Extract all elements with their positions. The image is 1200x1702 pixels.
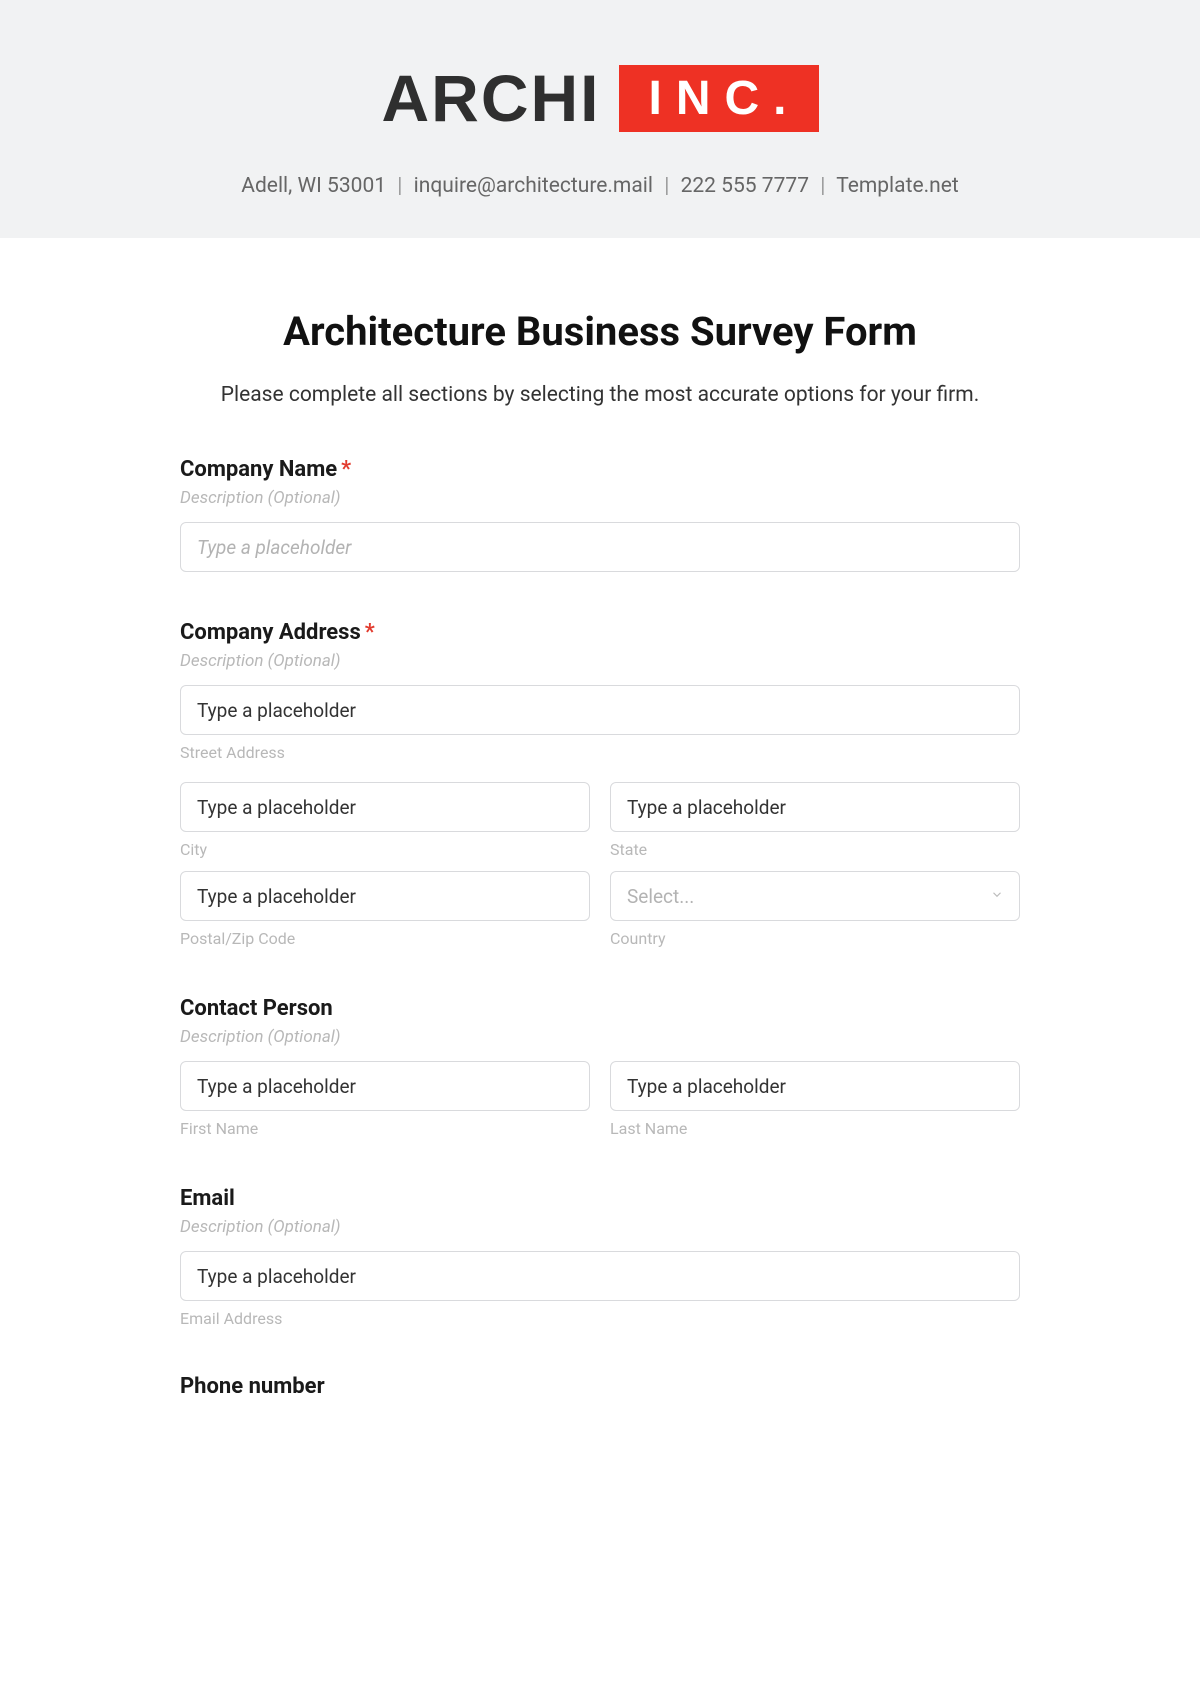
label-contact-person: Contact Person [180, 996, 1020, 1021]
contact-site: Template.net [836, 174, 959, 198]
contact-location: Adell, WI 53001 [241, 174, 386, 198]
select-country[interactable] [610, 871, 1020, 921]
desc-email: Description (Optional) [180, 1217, 1020, 1237]
field-phone: Phone number [180, 1376, 1020, 1394]
input-last-name[interactable] [610, 1061, 1020, 1111]
desc-company-name: Description (Optional) [180, 488, 1020, 508]
sublabel-street: Street Address [180, 743, 1020, 762]
sublabel-city: City [180, 840, 590, 859]
input-city[interactable] [180, 782, 590, 832]
field-company-name: Company Name* Description (Optional) [180, 457, 1020, 572]
input-state[interactable] [610, 782, 1020, 832]
form-subtitle: Please complete all sections by selectin… [180, 383, 1020, 407]
sublabel-country: Country [610, 929, 1020, 948]
sublabel-last-name: Last Name [610, 1119, 1020, 1138]
label-company-address: Company Address* [180, 620, 1020, 645]
desc-contact-person: Description (Optional) [180, 1027, 1020, 1047]
separator: | [397, 174, 402, 198]
label-company-name: Company Name* [180, 457, 1020, 482]
input-first-name[interactable] [180, 1061, 590, 1111]
sublabel-state: State [610, 840, 1020, 859]
input-postal[interactable] [180, 871, 590, 921]
input-company-name[interactable] [180, 522, 1020, 572]
field-contact-person: Contact Person Description (Optional) Fi… [180, 996, 1020, 1138]
contact-email: inquire@architecture.mail [414, 174, 653, 198]
desc-company-address: Description (Optional) [180, 651, 1020, 671]
required-mark: * [341, 457, 351, 482]
label-phone: Phone number [180, 1376, 1020, 1394]
separator: | [664, 174, 669, 198]
logo: ARCHI INC. [382, 60, 819, 136]
logo-badge-right: INC. [619, 65, 819, 132]
label-email: Email [180, 1186, 1020, 1211]
logo-text-left: ARCHI [382, 60, 601, 136]
header-contact-line: Adell, WI 53001 | inquire@architecture.m… [20, 174, 1180, 198]
form-title: Architecture Business Survey Form [180, 308, 1020, 355]
field-company-address: Company Address* Description (Optional) … [180, 620, 1020, 948]
header: ARCHI INC. Adell, WI 53001 | inquire@arc… [0, 0, 1200, 238]
input-email[interactable] [180, 1251, 1020, 1301]
separator: | [820, 174, 825, 198]
contact-phone: 222 555 7777 [681, 174, 809, 198]
field-email: Email Description (Optional) Email Addre… [180, 1186, 1020, 1328]
input-street-address[interactable] [180, 685, 1020, 735]
form-content: Architecture Business Survey Form Please… [140, 238, 1060, 1394]
sublabel-postal: Postal/Zip Code [180, 929, 590, 948]
sublabel-email: Email Address [180, 1309, 1020, 1328]
required-mark: * [365, 620, 375, 645]
sublabel-first-name: First Name [180, 1119, 590, 1138]
